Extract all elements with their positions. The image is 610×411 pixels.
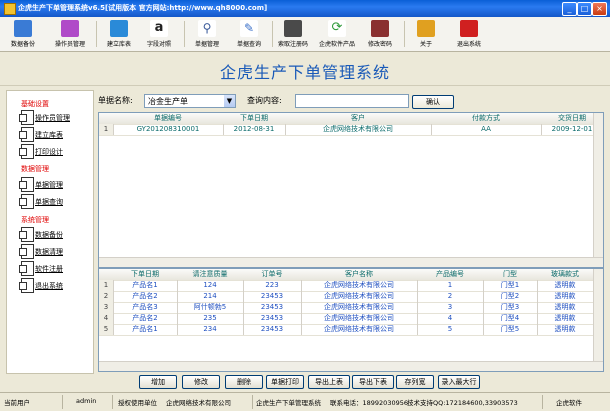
print-doc-button[interactable]: 单据打印 bbox=[266, 375, 304, 389]
grid2-vertical-scrollbar[interactable] bbox=[593, 269, 603, 362]
document-icon bbox=[19, 278, 34, 293]
toolbar-register-button[interactable]: 索取注册码 bbox=[276, 19, 310, 49]
toolbar-field-map-button[interactable]: a 字段对照 bbox=[144, 19, 174, 49]
support-qq: 技术支持QQ:172184600,33903573 bbox=[407, 399, 518, 407]
menu-section-data: 数据管理 bbox=[21, 165, 49, 173]
banner: 企虎生产下单管理系统 bbox=[0, 52, 610, 86]
chevron-down-icon[interactable]: ▼ bbox=[224, 95, 235, 107]
table-row[interactable]: 4 产品名2 235 23453 企虎网络技术有限公司 4 门型4 透明款 bbox=[99, 313, 603, 325]
amazon-field-map-icon: a bbox=[150, 20, 168, 37]
menu-item-operator[interactable]: 操作员管理 bbox=[19, 109, 93, 125]
menu-section-basic: 基础设置 bbox=[21, 100, 49, 108]
document-icon bbox=[19, 244, 34, 259]
toolbar-exit-button[interactable]: 退出系统 bbox=[454, 19, 484, 49]
unit-label: 授权使用单位 bbox=[118, 399, 157, 407]
maximize-button[interactable]: □ bbox=[577, 2, 592, 16]
table-row[interactable]: 1 产品名1 124 223 企虎网络技术有限公司 1 门型1 透明款 bbox=[99, 280, 603, 292]
window-title: 企虎生产下单管理系统v6.5[试用版本 官方网站:http://www.qh80… bbox=[18, 4, 268, 12]
order-detail-grid: 下单日期 请注意质量 订单号 客户名称 产品编号 门型 玻璃款式 1 产品名1 … bbox=[98, 268, 604, 372]
table-row[interactable]: 2 产品名2 214 23453 企虎网络技术有限公司 2 门型2 透明款 bbox=[99, 291, 603, 303]
menu-item-print-design[interactable]: 打印设计 bbox=[19, 143, 93, 159]
toolbar-about-button[interactable]: 关于 bbox=[414, 19, 438, 49]
doc-name-select[interactable]: 冶金生产单 ▼ bbox=[144, 94, 236, 108]
toolbar-backup-button[interactable]: 数据备份 bbox=[8, 19, 38, 49]
edit-button[interactable]: 修改 bbox=[182, 375, 220, 389]
left-menu: 基础设置 操作员管理 建立库表 打印设计 数据管理 单据管理 单据查询 系统管理… bbox=[6, 90, 94, 374]
refresh-products-icon: ⟳ bbox=[328, 20, 346, 37]
title-bar: 企虎生产下单管理系统v6.5[试用版本 官方网站:http://www.qh80… bbox=[0, 0, 610, 17]
status-divider bbox=[62, 395, 63, 409]
current-user: admin bbox=[76, 397, 97, 405]
document-icon bbox=[19, 127, 34, 142]
magnifier-icon: ⚲ bbox=[198, 20, 216, 37]
menu-item-create-table[interactable]: 建立库表 bbox=[19, 126, 93, 142]
query-label: 查询内容: bbox=[247, 96, 282, 105]
max-rows-button[interactable]: 录入最大行 bbox=[438, 375, 480, 389]
toolbar-divider bbox=[404, 21, 405, 47]
table-row[interactable]: 1 GY201208310001 2012-08-31 企虎网络技术有限公司 A… bbox=[99, 124, 603, 136]
status-divider bbox=[252, 395, 253, 409]
doc-name-label: 单据名称: bbox=[98, 96, 133, 105]
minimize-button[interactable]: _ bbox=[562, 2, 577, 16]
menu-item-backup[interactable]: 数据备份 bbox=[19, 226, 93, 242]
document-icon bbox=[19, 110, 34, 125]
brand-name: 企虎软件 bbox=[556, 399, 582, 407]
menu-section-system: 系统管理 bbox=[21, 216, 49, 224]
pencil-icon: ✎ bbox=[240, 20, 258, 37]
toolbar-doc-query-button[interactable]: ✎ 单据查询 bbox=[234, 19, 264, 49]
menu-item-doc-manage[interactable]: 单据管理 bbox=[19, 176, 93, 192]
create-table-icon bbox=[110, 20, 128, 37]
unit-name: 企虎网络技术有限公司 bbox=[166, 399, 231, 407]
export-top-button[interactable]: 导出上表 bbox=[308, 375, 350, 389]
document-icon bbox=[19, 194, 34, 209]
menu-item-exit[interactable]: 退出系统 bbox=[19, 277, 93, 293]
app-icon bbox=[4, 3, 16, 15]
grid-header-row: 下单日期 请注意质量 订单号 客户名称 产品编号 门型 玻璃款式 bbox=[99, 269, 603, 281]
change-password-icon bbox=[371, 20, 389, 37]
toolbar-create-table-button[interactable]: 建立库表 bbox=[104, 19, 134, 49]
grid1-vertical-scrollbar[interactable] bbox=[593, 113, 603, 258]
table-row[interactable]: 3 产品名3 阿什顿勃5 23453 企虎网络技术有限公司 3 门型3 透明款 bbox=[99, 302, 603, 314]
document-icon bbox=[19, 261, 34, 276]
document-icon bbox=[19, 144, 34, 159]
grid1-horizontal-scrollbar[interactable] bbox=[99, 257, 603, 267]
add-button[interactable]: 增加 bbox=[139, 375, 177, 389]
menu-item-doc-query[interactable]: 单据查询 bbox=[19, 193, 93, 209]
close-button[interactable]: × bbox=[592, 2, 607, 16]
toolbar-doc-manage-button[interactable]: ⚲ 单据管理 bbox=[192, 19, 222, 49]
register-key-icon bbox=[284, 20, 302, 37]
banner-title: 企虎生产下单管理系统 bbox=[219, 63, 390, 82]
toolbar-divider bbox=[96, 21, 97, 47]
menu-item-register[interactable]: 软件注册 bbox=[19, 260, 93, 276]
toolbar: 数据备份 操作员管理 建立库表 a 字段对照 ⚲ 单据管理 ✎ 单据查询 索取注… bbox=[0, 17, 610, 52]
status-divider bbox=[542, 395, 543, 409]
toolbar-divider bbox=[272, 21, 273, 47]
contact-phone: 联系电话：18992030956 bbox=[330, 399, 408, 407]
status-divider bbox=[112, 395, 113, 409]
toolbar-password-button[interactable]: 修改密码 bbox=[364, 19, 396, 49]
order-list-grid: 单据编号 下单日期 客户 付款方式 交货日期 1 GY201208310001 … bbox=[98, 112, 604, 268]
document-icon bbox=[19, 177, 34, 192]
current-user-label: 当前用户 bbox=[4, 399, 30, 407]
exit-icon bbox=[460, 20, 478, 37]
about-folder-icon bbox=[417, 20, 435, 37]
document-icon bbox=[19, 227, 34, 242]
status-bar: 当前用户 admin 授权使用单位 企虎网络技术有限公司 企虎生产下单管理系统 … bbox=[0, 392, 610, 411]
content-panel: 单据名称: 冶金生产单 ▼ 查询内容: 确认 单据编号 下单日期 客户 付款方式… bbox=[96, 90, 604, 372]
grid-header-row: 单据编号 下单日期 客户 付款方式 交货日期 bbox=[99, 113, 603, 125]
query-input[interactable] bbox=[295, 94, 409, 108]
delete-button[interactable]: 删除 bbox=[225, 375, 263, 389]
save-column-width-button[interactable]: 存列宽 bbox=[396, 375, 434, 389]
grid2-horizontal-scrollbar[interactable] bbox=[99, 361, 603, 371]
confirm-button[interactable]: 确认 bbox=[412, 95, 454, 109]
operator-manage-icon bbox=[61, 20, 79, 37]
toolbar-divider bbox=[184, 21, 185, 47]
export-bottom-button[interactable]: 导出下表 bbox=[352, 375, 394, 389]
database-backup-icon bbox=[14, 20, 32, 37]
toolbar-operator-button[interactable]: 操作员管理 bbox=[52, 19, 88, 49]
system-name: 企虎生产下单管理系统 bbox=[256, 399, 321, 407]
menu-item-cleanup[interactable]: 数据清理 bbox=[19, 243, 93, 259]
toolbar-products-button[interactable]: ⟳ 企虎软件产品 bbox=[316, 19, 358, 49]
table-row[interactable]: 5 产品名1 234 23453 企虎网络技术有限公司 5 门型5 透明款 bbox=[99, 324, 603, 336]
